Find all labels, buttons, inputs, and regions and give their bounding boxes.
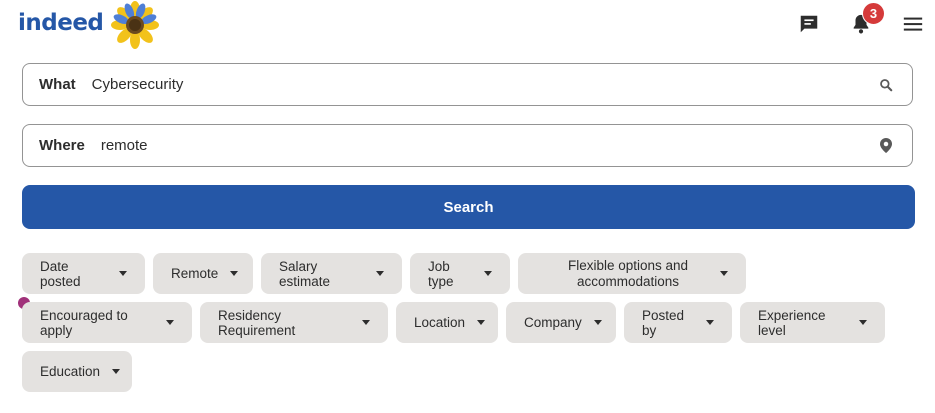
filter-label: Location [414,315,466,330]
filter-company[interactable]: Company [506,302,616,343]
filter-date-posted[interactable]: Date posted [22,253,145,294]
caret-down-icon [376,271,384,276]
filter-residency-requirement[interactable]: Residency Requirement [200,302,388,343]
top-header: indeed 3 [0,0,935,50]
location-pin-icon [876,136,896,156]
filter-experience-level[interactable]: Experience level [740,302,885,343]
filter-label: Posted by [642,307,685,338]
filter-label: Date posted [40,258,81,289]
search-icon [876,75,896,95]
filter-encouraged-to-apply[interactable]: Encouraged to apply [22,302,192,343]
caret-down-icon [119,271,127,276]
filter-education[interactable]: Education [22,351,132,392]
caret-down-icon [593,320,602,325]
what-label: What [39,76,76,93]
caret-down-icon [230,271,239,276]
filter-label: Salary estimate [279,258,331,289]
where-label: Where [39,137,85,154]
filter-label: Residency Requirement [218,307,296,338]
filter-label: Flexible options and accommodations [567,257,689,289]
what-input[interactable] [89,75,876,94]
filter-label: Education [40,364,101,379]
what-field[interactable]: What [22,63,913,106]
filter-job-type[interactable]: Job type [410,253,510,294]
caret-down-icon [166,320,174,325]
filter-flexible-options[interactable]: Flexible options and accommodations [518,253,746,294]
where-input[interactable] [98,136,876,155]
chat-icon [800,15,818,33]
sunflower-logo-icon [111,1,159,49]
caret-down-icon [484,271,492,276]
filter-label: Encouraged to apply [40,307,128,338]
filter-label: Experience level [758,307,826,338]
caret-down-icon [362,320,370,325]
caret-down-icon [706,320,714,325]
messages-button[interactable] [795,10,823,38]
filter-remote[interactable]: Remote [153,253,253,294]
filter-posted-by[interactable]: Posted by [624,302,732,343]
caret-down-icon [720,271,728,276]
caret-down-icon [859,320,867,325]
caret-down-icon [477,320,486,325]
menu-button[interactable] [899,10,927,38]
search-button-label: Search [443,198,494,216]
hamburger-icon [903,17,923,31]
filter-label: Job type [428,258,454,289]
filter-location[interactable]: Location [396,302,498,343]
where-field[interactable]: Where [22,124,913,167]
indeed-logo[interactable]: indeed [18,10,104,36]
search-button[interactable]: Search [22,185,915,229]
filter-salary-estimate[interactable]: Salary estimate [261,253,402,294]
notification-count-badge: 3 [862,2,885,25]
filter-label: Company [524,315,582,330]
filter-label: Remote [171,266,219,281]
caret-down-icon [112,369,121,374]
